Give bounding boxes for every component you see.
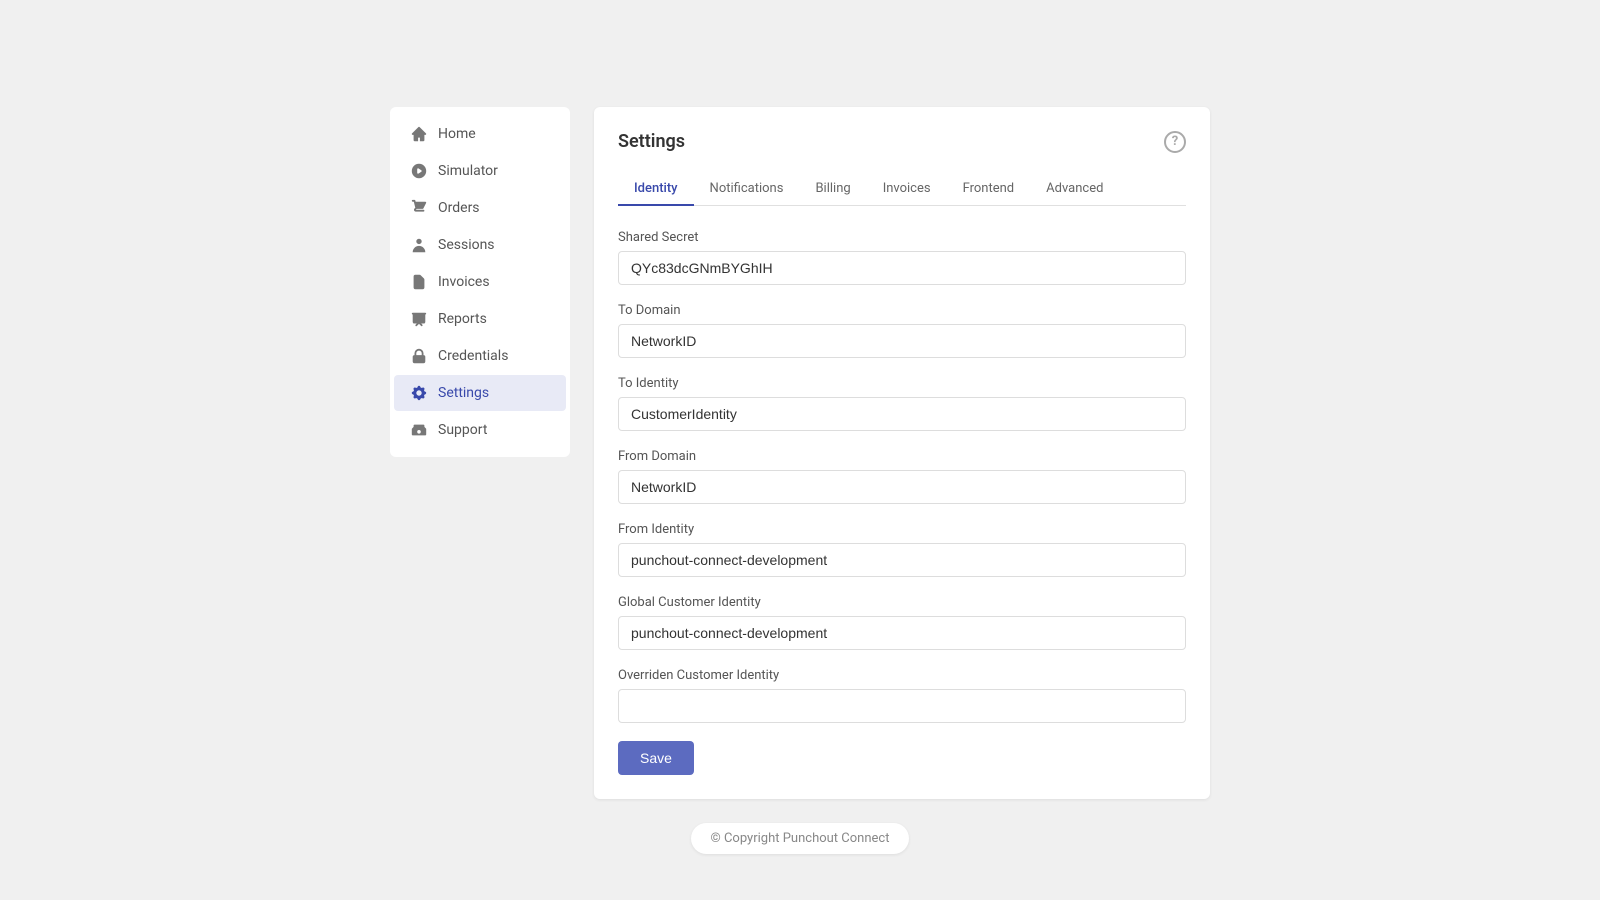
footer-copyright: © Copyright Punchout Connect: [691, 823, 910, 854]
sidebar-item-credentials[interactable]: Credentials: [394, 338, 566, 374]
sessions-icon: [410, 236, 428, 254]
reports-icon: [410, 310, 428, 328]
sidebar-item-simulator[interactable]: Simulator: [394, 153, 566, 189]
sidebar-item-orders-label: Orders: [438, 200, 480, 216]
sidebar-item-reports[interactable]: Reports: [394, 301, 566, 337]
credentials-icon: [410, 347, 428, 365]
page-container: Home Simulator O: [0, 0, 1600, 900]
save-button[interactable]: Save: [618, 741, 694, 775]
shared-secret-input[interactable]: [618, 251, 1186, 285]
tab-notifications[interactable]: Notifications: [694, 173, 800, 206]
global-customer-identity-input[interactable]: [618, 616, 1186, 650]
global-customer-identity-group: Global Customer Identity: [618, 595, 1186, 650]
from-identity-label: From Identity: [618, 522, 1186, 537]
sidebar-item-credentials-label: Credentials: [438, 348, 508, 364]
to-identity-label: To Identity: [618, 376, 1186, 391]
tab-invoices[interactable]: Invoices: [867, 173, 947, 206]
sidebar-item-simulator-label: Simulator: [438, 163, 498, 179]
tab-advanced[interactable]: Advanced: [1030, 173, 1119, 206]
footer: © Copyright Punchout Connect: [390, 823, 1210, 854]
sidebar-item-sessions-label: Sessions: [438, 237, 495, 253]
shared-secret-label: Shared Secret: [618, 230, 1186, 245]
simulator-icon: [410, 162, 428, 180]
tabs-container: Identity Notifications Billing Invoices …: [618, 173, 1186, 206]
sidebar-item-settings-label: Settings: [438, 385, 489, 401]
to-domain-group: To Domain: [618, 303, 1186, 358]
sidebar-item-invoices-label: Invoices: [438, 274, 490, 290]
home-icon: [410, 125, 428, 143]
sidebar-item-home[interactable]: Home: [394, 116, 566, 152]
global-customer-identity-label: Global Customer Identity: [618, 595, 1186, 610]
invoices-icon: [410, 273, 428, 291]
shared-secret-group: Shared Secret: [618, 230, 1186, 285]
page-title: Settings: [618, 131, 685, 152]
sidebar-item-invoices[interactable]: Invoices: [394, 264, 566, 300]
overriden-customer-identity-label: Overriden Customer Identity: [618, 668, 1186, 683]
sidebar-item-orders[interactable]: Orders: [394, 190, 566, 226]
to-identity-group: To Identity: [618, 376, 1186, 431]
sidebar-item-reports-label: Reports: [438, 311, 487, 327]
help-icon[interactable]: ?: [1164, 131, 1186, 153]
sidebar-item-sessions[interactable]: Sessions: [394, 227, 566, 263]
from-domain-label: From Domain: [618, 449, 1186, 464]
tab-billing[interactable]: Billing: [799, 173, 866, 206]
to-domain-label: To Domain: [618, 303, 1186, 318]
from-domain-input[interactable]: [618, 470, 1186, 504]
from-identity-input[interactable]: [618, 543, 1186, 577]
settings-header: Settings ?: [618, 131, 1186, 153]
orders-icon: [410, 199, 428, 217]
overriden-customer-identity-input[interactable]: [618, 689, 1186, 723]
sidebar-item-home-label: Home: [438, 126, 476, 142]
overriden-customer-identity-group: Overriden Customer Identity: [618, 668, 1186, 723]
settings-card: Settings ? Identity Notifications Billin…: [594, 107, 1210, 799]
support-icon: [410, 421, 428, 439]
from-identity-group: From Identity: [618, 522, 1186, 577]
tab-frontend[interactable]: Frontend: [947, 173, 1031, 206]
sidebar-item-support-label: Support: [438, 422, 487, 438]
to-domain-input[interactable]: [618, 324, 1186, 358]
from-domain-group: From Domain: [618, 449, 1186, 504]
sidebar: Home Simulator O: [390, 107, 570, 457]
tab-identity[interactable]: Identity: [618, 173, 694, 206]
settings-icon: [410, 384, 428, 402]
to-identity-input[interactable]: [618, 397, 1186, 431]
sidebar-item-settings[interactable]: Settings: [394, 375, 566, 411]
sidebar-item-support[interactable]: Support: [394, 412, 566, 448]
